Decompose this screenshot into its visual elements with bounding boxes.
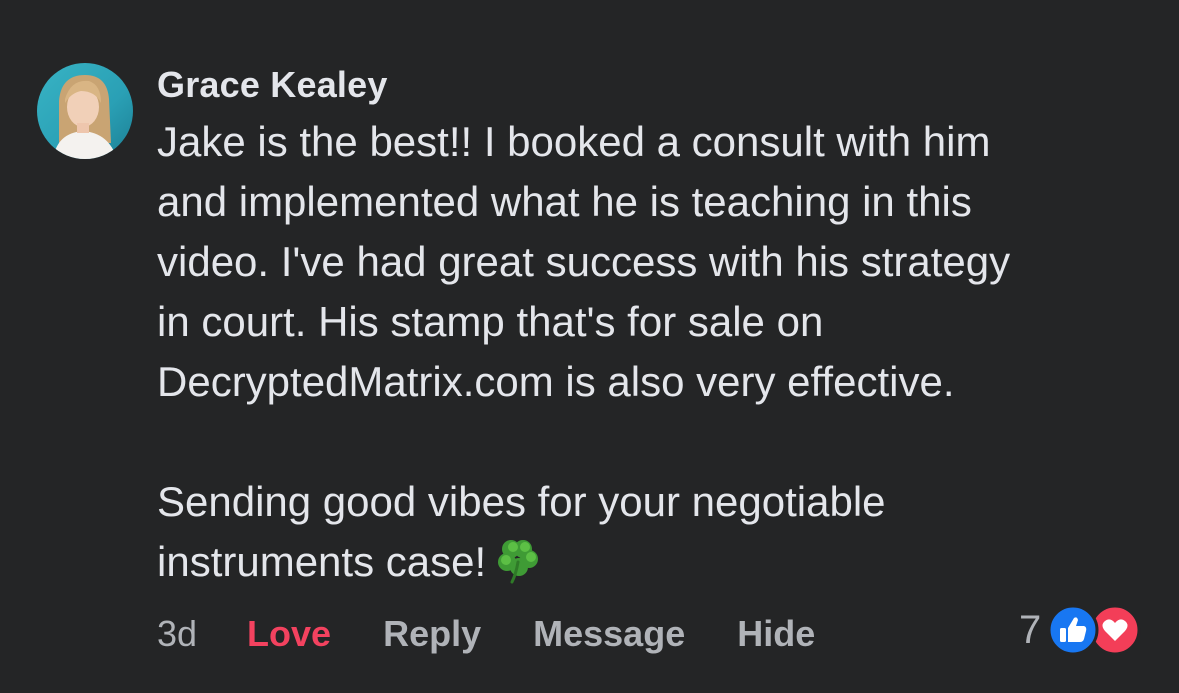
message-button[interactable]: Message xyxy=(533,613,685,655)
comment-line: video. I've had great success with his s… xyxy=(157,238,1011,285)
reaction-count: 7 xyxy=(1019,607,1042,652)
comment-last-line: instruments case! xyxy=(157,532,1147,602)
comment-actions: 3d Love Reply Message Hide xyxy=(157,610,867,658)
comment-line: Jake is the best!! I booked a consult wi… xyxy=(157,118,991,165)
love-button[interactable]: Love xyxy=(247,613,331,655)
comment-line: Sending good vibes for your negotiable xyxy=(157,478,886,525)
avatar[interactable] xyxy=(37,63,133,159)
reaction-icons xyxy=(1047,604,1147,656)
reply-button[interactable]: Reply xyxy=(383,613,481,655)
comment-line: in court. His stamp that's for sale on xyxy=(157,298,824,345)
comment-line: instruments case! xyxy=(157,538,487,585)
four-leaf-clover-icon xyxy=(492,534,544,602)
comment: Grace Kealey Jake is the best!! I booked… xyxy=(0,0,1179,693)
avatar-image xyxy=(37,63,133,159)
comment-body: Jake is the best!! I booked a consult wi… xyxy=(157,112,1147,602)
comment-author[interactable]: Grace Kealey xyxy=(157,64,388,106)
reaction-summary[interactable]: 7 xyxy=(1019,604,1147,656)
comment-line: and implemented what he is teaching in t… xyxy=(157,178,972,225)
like-icon xyxy=(1047,604,1099,656)
hide-button[interactable]: Hide xyxy=(737,613,815,655)
comment-timestamp[interactable]: 3d xyxy=(157,613,197,655)
comment-line: DecryptedMatrix.com is also very effecti… xyxy=(157,358,955,405)
